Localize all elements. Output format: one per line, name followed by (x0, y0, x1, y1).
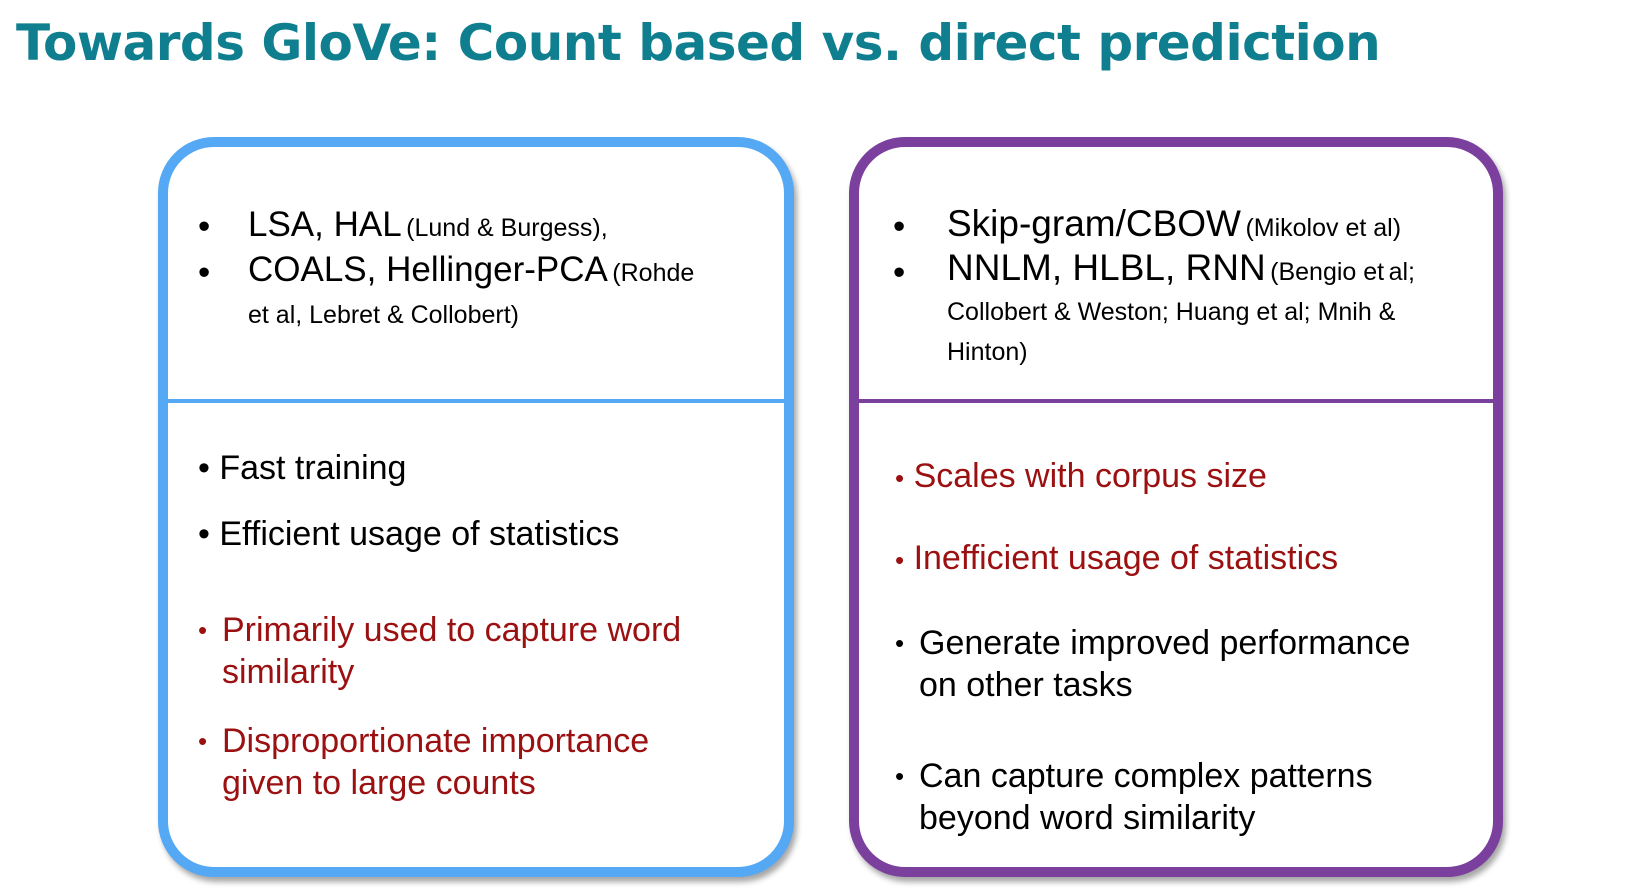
method-name: LSA, HAL (248, 205, 402, 244)
point-text: Inefficient usage of statistics (913, 539, 1339, 577)
point-text: Efficient usage of statistics (219, 515, 620, 553)
method-citation: (Rohde (612, 259, 695, 287)
point-item: • Scales with corpus size (895, 457, 1267, 495)
point-text: Scales with corpus size (913, 457, 1267, 495)
method-citation: (Bengio et (1270, 258, 1385, 286)
point-item: • Disproportionate importance given to la… (198, 720, 718, 804)
count-based-box: • LSA, HAL (Lund & Burgess), • COALS, He… (158, 137, 794, 877)
bullet: • (893, 207, 906, 246)
point-item: • Fast training (198, 449, 407, 487)
method-citation: et al, Lebret & Collobert) (248, 301, 519, 329)
method-name: NNLM, HLBL, RNN (947, 247, 1266, 288)
point-item: • Inefficient usage of statistics (895, 539, 1339, 577)
point-text: Fast training (219, 449, 407, 487)
point-item: • Primarily used to capture word similari… (198, 609, 718, 693)
bullet: • (198, 207, 211, 246)
method-item: LSA, HAL (Lund & Burgess), (248, 205, 608, 245)
divider (168, 399, 784, 403)
method-item: NNLM, HLBL, RNN (Bengio et al; Collobert… (947, 247, 1472, 374)
slide-title: Towards GloVe: Count based vs. direct pr… (16, 14, 1381, 72)
method-name: Skip-gram/CBOW (947, 203, 1241, 244)
bullet: • (893, 253, 906, 292)
point-item: • Generate improved performance on other … (895, 622, 1455, 706)
method-citation: (Mikolov et al) (1245, 214, 1402, 242)
point-text: Primarily used to capture word similarit… (222, 611, 682, 691)
method-item: Skip-gram/CBOW (Mikolov et al) (947, 203, 1401, 245)
method-name: COALS, Hellinger-PCA (248, 250, 608, 289)
bullet: • (198, 253, 211, 292)
point-item: • Efficient usage of statistics (198, 515, 620, 553)
method-citation: (Lund & Burgess), (406, 214, 608, 242)
point-text: Generate improved performance on other t… (919, 624, 1411, 704)
divider (859, 399, 1493, 403)
direct-prediction-box: • Skip-gram/CBOW (Mikolov et al) • NNLM,… (849, 137, 1503, 877)
point-text: Disproportionate importance given to lar… (222, 722, 650, 802)
point-text: Can capture complex patterns beyond word… (919, 757, 1373, 837)
point-item: • Can capture complex patterns beyond wor… (895, 755, 1455, 839)
method-item: COALS, Hellinger-PCA (Rohde et al, Lebre… (248, 251, 768, 338)
